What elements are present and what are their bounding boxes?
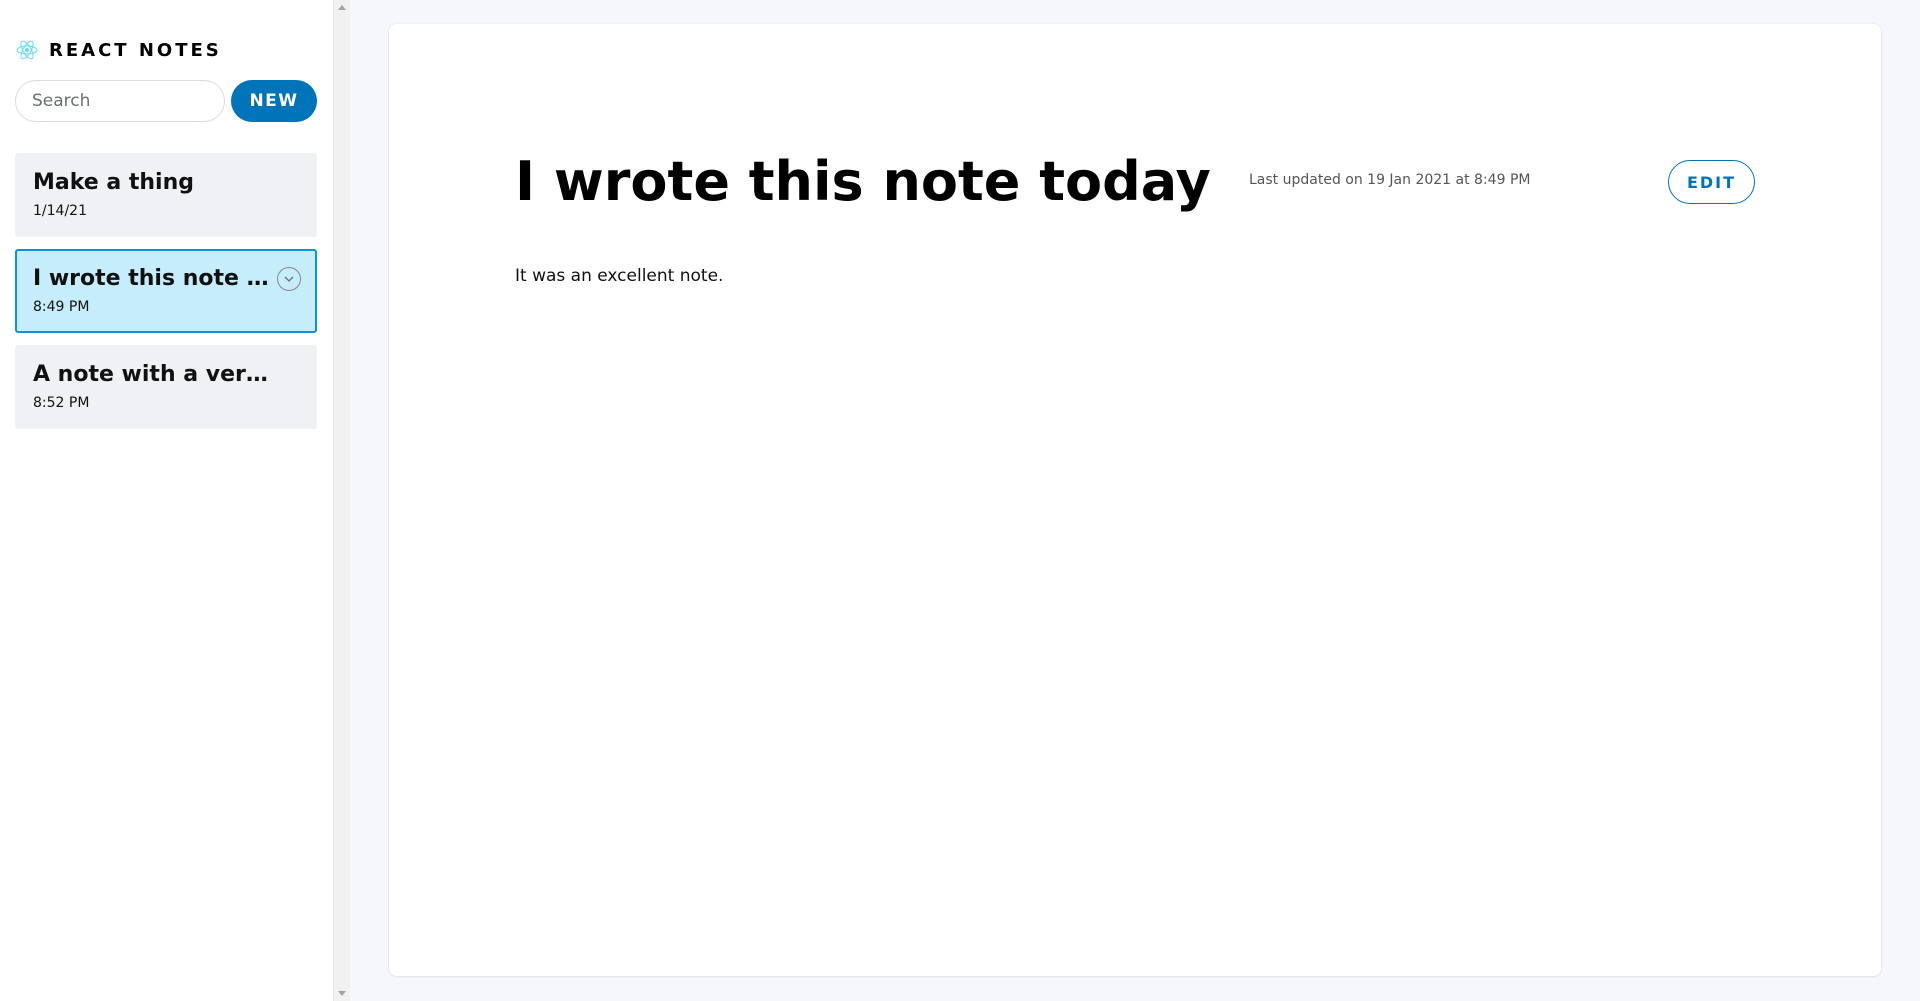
last-updated-text: Last updated on 19 Jan 2021 at 8:49 PM: [1249, 172, 1531, 188]
react-atom-icon: [16, 40, 38, 60]
note-viewer: I wrote this note today Last updated on …: [389, 24, 1881, 976]
note-list-item[interactable]: A note with a very lo... 8:52 PM: [15, 345, 317, 429]
note-list-item[interactable]: Make a thing 1/14/21: [15, 153, 317, 237]
app-title: REACT NOTES: [49, 39, 222, 61]
note-item-date: 1/14/21: [33, 203, 87, 219]
search-input[interactable]: [15, 80, 225, 122]
note-item-title: A note with a very lo...: [33, 362, 273, 387]
note-item-date: 8:52 PM: [33, 395, 90, 411]
new-note-button[interactable]: NEW: [231, 80, 317, 122]
edit-button[interactable]: EDIT: [1668, 160, 1755, 204]
note-item-date: 8:49 PM: [33, 299, 90, 315]
note-item-title: I wrote this note tod...: [33, 266, 273, 291]
chevron-down-icon: [284, 276, 294, 282]
search-row: NEW: [15, 80, 317, 122]
app: REACT NOTES NEW Make a thing 1/14/21 I w…: [0, 0, 1920, 1001]
note-title: I wrote this note today: [515, 150, 1211, 213]
scroll-up-arrow-icon[interactable]: [338, 5, 346, 10]
note-list-item-active[interactable]: I wrote this note tod... 8:49 PM: [15, 249, 317, 333]
sidebar-scrollbar[interactable]: [333, 0, 350, 1001]
scroll-down-arrow-icon[interactable]: [338, 991, 346, 996]
note-list: Make a thing 1/14/21 I wrote this note t…: [15, 153, 317, 441]
note-body: It was an excellent note.: [515, 266, 724, 286]
brand: REACT NOTES: [15, 38, 222, 62]
expand-note-button[interactable]: [277, 267, 301, 291]
sidebar: REACT NOTES NEW Make a thing 1/14/21 I w…: [0, 0, 333, 1001]
note-item-title: Make a thing: [33, 170, 194, 195]
